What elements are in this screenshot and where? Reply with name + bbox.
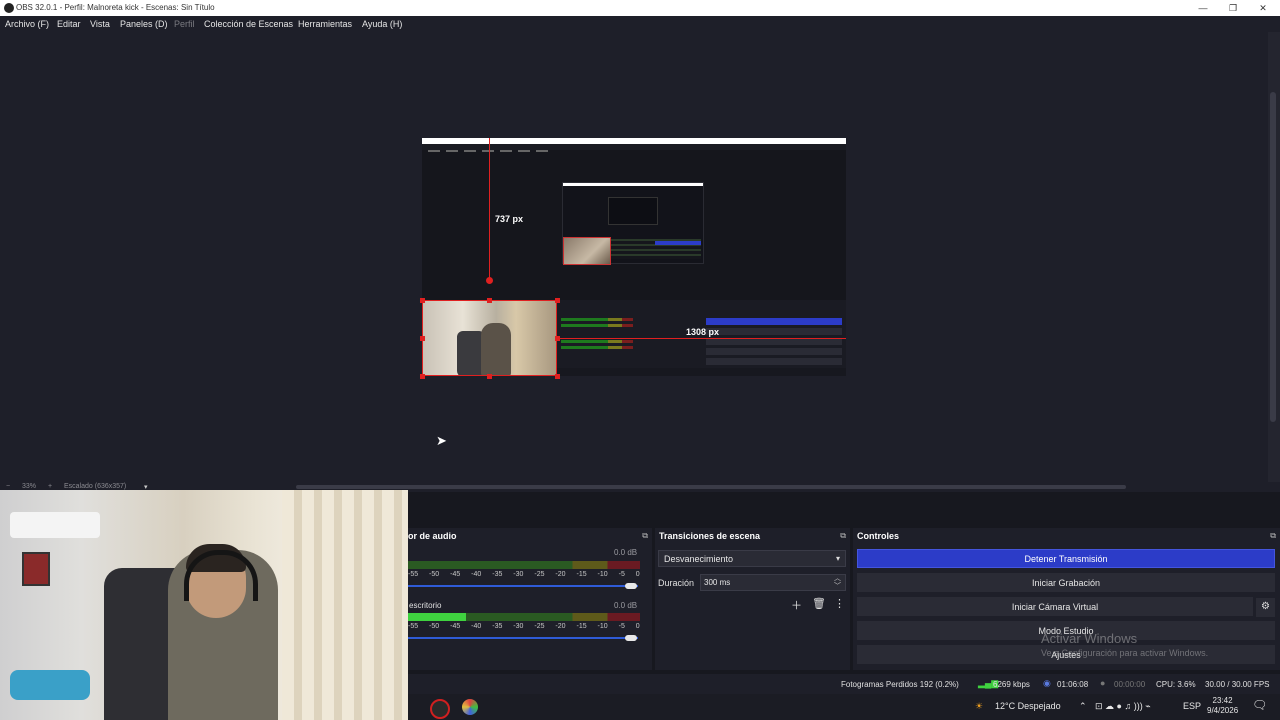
audio-meter-scale: -55 -50 -45 -40 -35 -30 -25 -20 -15 -10 … bbox=[408, 623, 640, 630]
record-icon: ● bbox=[1100, 678, 1106, 688]
resize-handle-top[interactable] bbox=[487, 298, 492, 303]
nested-obs-preview bbox=[562, 182, 704, 265]
volume-slider-handle[interactable] bbox=[625, 583, 637, 589]
volume-slider[interactable] bbox=[408, 637, 638, 639]
taskbar-clock[interactable]: 23:42 9/4/2026 bbox=[1207, 696, 1238, 716]
preview-vertical-scrollbar[interactable] bbox=[1268, 32, 1280, 484]
add-transition-icon[interactable]: ＋ bbox=[791, 597, 802, 613]
guide-endpoint-handle[interactable] bbox=[486, 277, 493, 284]
menu-vista[interactable]: Vista bbox=[90, 19, 110, 29]
audio-track-name: escritorio bbox=[409, 601, 442, 610]
duration-label: Duración bbox=[658, 578, 695, 588]
dock-float-icon[interactable]: ⧉ bbox=[1270, 531, 1276, 541]
stream-icon: ◉ bbox=[1043, 678, 1051, 688]
scrollbar-thumb[interactable] bbox=[296, 485, 1126, 489]
stream-time: 01:06:08 bbox=[1057, 680, 1089, 689]
obs-taskbar-icon[interactable] bbox=[430, 699, 450, 719]
resize-handle-bottom-right[interactable] bbox=[555, 374, 560, 379]
bitrate: 6269 kbps bbox=[993, 680, 1030, 689]
dropped-frames: Fotogramas Perdidos 192 (0.2%) bbox=[841, 680, 959, 689]
horizontal-distance-label: 1308 px bbox=[686, 327, 720, 337]
audio-meter bbox=[408, 613, 640, 621]
obs-logo-icon bbox=[4, 3, 14, 13]
menu-editar[interactable]: Editar bbox=[57, 19, 81, 29]
menu-coleccion-escenas[interactable]: Colección de Escenas bbox=[204, 19, 293, 29]
vertical-distance-guide bbox=[489, 138, 490, 280]
zoom-out-button[interactable]: − bbox=[6, 483, 10, 490]
weather-icon: ☀ bbox=[975, 701, 984, 711]
resize-handle-bottom-left[interactable] bbox=[420, 374, 425, 379]
weather-text[interactable]: 12°C Despejado bbox=[995, 701, 1061, 711]
vertical-distance-label: 737 px bbox=[495, 214, 524, 224]
scrollbar-thumb[interactable] bbox=[1270, 92, 1276, 422]
zoom-level: 33% bbox=[22, 483, 37, 490]
tray-chevron-icon[interactable]: ⌃ bbox=[1079, 701, 1087, 712]
resize-handle-bottom[interactable] bbox=[487, 374, 492, 379]
activate-windows-watermark: Activar Windows bbox=[1041, 631, 1138, 646]
menu-ayuda[interactable]: Ayuda (H) bbox=[362, 19, 402, 29]
webcam-overlay bbox=[0, 490, 408, 720]
duration-value: 300 ms bbox=[704, 578, 731, 587]
clock-time: 23:42 bbox=[1212, 696, 1233, 705]
horizontal-distance-guide bbox=[558, 338, 846, 339]
transition-select[interactable]: Desvanecimiento ▾ bbox=[658, 550, 846, 567]
air-conditioner bbox=[10, 512, 100, 538]
activate-windows-subtext: Ve a Configuración para activar Windows. bbox=[1041, 648, 1209, 658]
close-button[interactable]: ✕ bbox=[1248, 1, 1278, 15]
audio-mixer-title: or de audio bbox=[408, 531, 457, 541]
menu-perfil[interactable]: Perfil bbox=[174, 19, 195, 29]
dock-float-icon[interactable]: ⧉ bbox=[642, 531, 648, 541]
pillow bbox=[10, 670, 90, 700]
selected-webcam-source[interactable] bbox=[422, 300, 557, 376]
menu-archivo[interactable]: Archivo (F) bbox=[5, 19, 49, 29]
transitions-title: Transiciones de escena bbox=[659, 531, 761, 541]
audio-meter bbox=[408, 561, 640, 569]
window-titlebar: OBS 32.0.1 - Perfil: Malnoreta kick - Es… bbox=[0, 0, 1280, 16]
chevron-down-icon: ▾ bbox=[835, 554, 840, 563]
delete-transition-icon[interactable]: 🗑 bbox=[812, 597, 826, 610]
audio-meter-level bbox=[408, 613, 466, 621]
resize-handle-right[interactable] bbox=[555, 336, 560, 341]
stop-stream-button[interactable]: Detener Transmisión bbox=[857, 549, 1275, 568]
maximize-button[interactable]: ❐ bbox=[1218, 1, 1248, 15]
duration-spinbox[interactable]: 300 ms ︿ ﹀ bbox=[700, 574, 846, 591]
fps: 30.00 / 30.00 FPS bbox=[1205, 680, 1270, 689]
menu-paneles[interactable]: Paneles (D) bbox=[120, 19, 168, 29]
mouse-cursor-icon: ➤ bbox=[436, 433, 447, 448]
resize-handle-left[interactable] bbox=[420, 336, 425, 341]
record-time: 00:00:00 bbox=[1114, 680, 1146, 689]
dock-float-icon[interactable]: ⧉ bbox=[840, 531, 846, 541]
wall-picture bbox=[22, 552, 50, 586]
virtual-camera-button[interactable]: Iniciar Cámara Virtual bbox=[857, 597, 1253, 616]
nested-obs-menu bbox=[422, 144, 846, 152]
language-indicator[interactable]: ESP bbox=[1183, 701, 1201, 711]
volume-slider[interactable] bbox=[408, 585, 638, 587]
transition-selected: Desvanecimiento bbox=[664, 554, 734, 564]
menu-herramientas[interactable]: Herramientas bbox=[298, 19, 352, 29]
scaling-info: Escalado (636x357) bbox=[64, 483, 127, 490]
notifications-icon[interactable]: 🗨 bbox=[1252, 698, 1267, 712]
chrome-taskbar-icon[interactable] bbox=[462, 699, 478, 715]
audio-track-db: 0.0 dB bbox=[614, 548, 638, 557]
audio-track-db: 0.0 dB bbox=[614, 601, 638, 610]
start-recording-button[interactable]: Iniciar Grabación bbox=[857, 573, 1275, 592]
minimize-button[interactable]: — bbox=[1188, 1, 1218, 15]
resize-handle-top-left[interactable] bbox=[420, 298, 425, 303]
more-options-icon[interactable]: ⋮ bbox=[834, 597, 845, 610]
volume-slider-handle[interactable] bbox=[625, 635, 637, 641]
zoom-in-button[interactable]: + bbox=[48, 483, 52, 490]
audio-meter-scale: -55 -50 -45 -40 -35 -30 -25 -20 -15 -10 … bbox=[408, 571, 640, 578]
window-title: OBS 32.0.1 - Perfil: Malnoreta kick - Es… bbox=[16, 3, 215, 12]
curtain bbox=[282, 490, 408, 720]
clock-date: 9/4/2026 bbox=[1207, 706, 1239, 715]
cpu-usage: CPU: 3.6% bbox=[1156, 680, 1196, 689]
menu-bar: Archivo (F) Editar Vista Paneles (D) Per… bbox=[0, 16, 1280, 32]
resize-handle-top-right[interactable] bbox=[555, 298, 560, 303]
tray-icons[interactable]: ⊡ ☁ ● ♫ ))) ⌁ bbox=[1095, 701, 1151, 712]
controls-title: Controles bbox=[857, 531, 900, 541]
spin-arrows-icon[interactable]: ︿ ﹀ bbox=[834, 575, 841, 591]
gear-icon[interactable]: ⚙ bbox=[1256, 598, 1275, 617]
